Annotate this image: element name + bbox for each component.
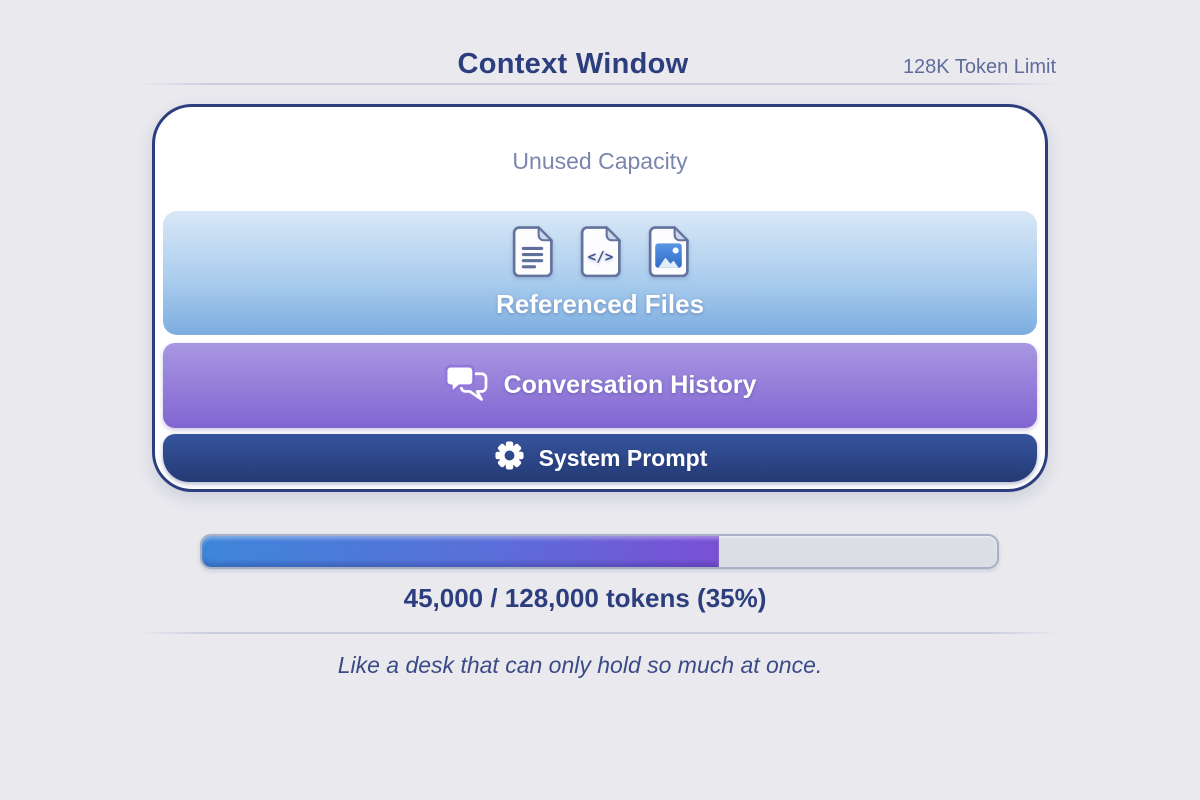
svg-text:</>: </> [587,250,613,266]
code-file-icon: </> [580,226,621,282]
footer-divider [140,632,1058,634]
gear-icon [493,439,526,477]
token-usage-bar [200,534,999,569]
section-conversation-history: Conversation History [163,343,1037,428]
section-label-conversation-history: Conversation History [504,371,757,400]
section-system-prompt: System Prompt [163,434,1037,482]
header-divider [140,83,1058,85]
image-file-icon [648,226,689,282]
context-window-card: Unused Capacity [152,104,1048,492]
chat-bubbles-icon [444,364,489,408]
section-label-system-prompt: System Prompt [539,445,708,472]
analogy-caption: Like a desk that can only hold so much a… [0,652,1160,679]
file-icons-row: </> [512,226,689,282]
section-label-referenced-files: Referenced Files [496,289,704,320]
token-usage-label: 45,000 / 128,000 tokens (35%) [0,583,1170,614]
unused-capacity-label: Unused Capacity [155,148,1045,175]
document-file-icon [512,226,553,282]
token-limit-label: 128K Token Limit [903,56,1056,79]
section-referenced-files: </> Referenced Files [163,211,1037,335]
token-usage-fill [202,536,719,567]
